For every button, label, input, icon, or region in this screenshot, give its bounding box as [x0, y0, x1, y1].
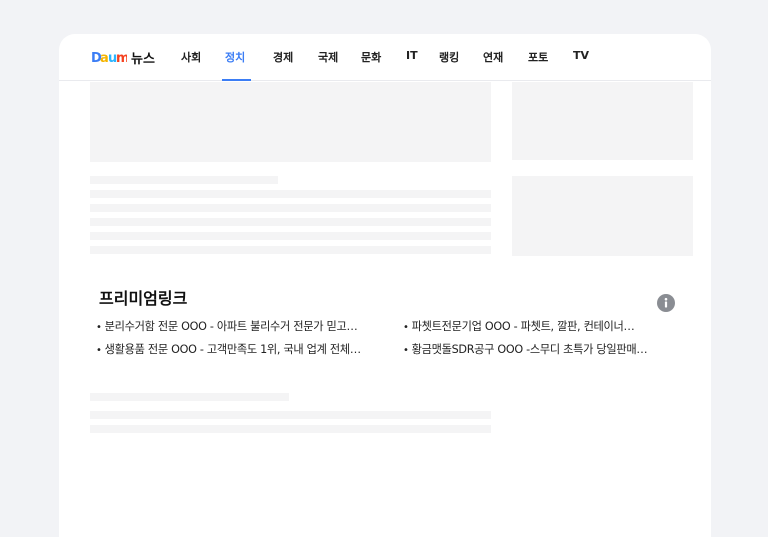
active-tab-indicator	[222, 79, 251, 81]
premium-link-text: 생활용품 전문 OOO - 고객만족도 1위, 국내 업계 전체…	[104, 343, 361, 356]
premium-link-item[interactable]: • 파쳇트전문기업 OOO - 파쳇트, 깔판, 컨테이너…	[403, 320, 665, 335]
tab-series[interactable]: 연재	[483, 49, 503, 65]
tab-economy[interactable]: 경제	[273, 49, 293, 65]
news-card: D a u m 뉴스 사회 정치 경제 국제 문화 IT 랭킹 연재 포토 TV	[59, 34, 711, 537]
skeleton-side-block	[512, 176, 693, 256]
tab-ranking[interactable]: 랭킹	[439, 49, 459, 65]
section-title: 뉴스	[131, 51, 155, 67]
skeleton-line	[90, 232, 491, 240]
bullet: •	[96, 322, 102, 333]
svg-text:m: m	[116, 51, 127, 65]
skeleton-line	[90, 411, 491, 419]
tab-society[interactable]: 사회	[181, 49, 201, 65]
tab-culture[interactable]: 문화	[361, 49, 381, 65]
tab-politics[interactable]: 정치	[225, 49, 245, 65]
skeleton-side-block	[512, 82, 693, 160]
info-icon[interactable]	[657, 294, 675, 312]
bullet: •	[403, 345, 409, 356]
premium-link-title: 프리미엄링크	[99, 289, 188, 308]
bullet: •	[403, 322, 409, 333]
skeleton-line	[90, 246, 491, 254]
bullet: •	[96, 345, 102, 356]
skeleton-line	[90, 204, 491, 212]
premium-link-item[interactable]: • 황금맷돌SDR공구 OOO -스무디 초특가 당일판매…	[403, 343, 679, 358]
skeleton-thumbnail	[90, 82, 491, 162]
skeleton-line	[90, 176, 278, 184]
news-header: D a u m 뉴스 사회 정치 경제 국제 문화 IT 랭킹 연재 포토 TV	[59, 34, 711, 81]
premium-link-text: 파쳇트전문기업 OOO - 파쳇트, 깔판, 컨테이너…	[411, 320, 635, 333]
skeleton-line	[90, 190, 491, 198]
daum-logo-icon: D a u m	[91, 51, 127, 65]
premium-link-item[interactable]: • 생활용품 전문 OOO - 고객만족도 1위, 국내 업계 전체…	[96, 343, 392, 358]
daum-news-logo[interactable]: D a u m 뉴스	[91, 47, 155, 67]
skeleton-line	[90, 393, 289, 401]
tab-photo[interactable]: 포토	[528, 49, 548, 65]
tab-tv[interactable]: TV	[573, 49, 589, 62]
skeleton-line	[90, 218, 491, 226]
skeleton-line	[90, 425, 491, 433]
tab-it[interactable]: IT	[406, 49, 418, 62]
tab-international[interactable]: 국제	[318, 49, 338, 65]
premium-link-item[interactable]: • 분리수거함 전문 OOO - 아파트 불리수거 전문가 믿고…	[96, 320, 392, 335]
premium-link-text: 황금맷돌SDR공구 OOO -스무디 초특가 당일판매…	[411, 343, 648, 356]
premium-link-text: 분리수거함 전문 OOO - 아파트 불리수거 전문가 믿고…	[104, 320, 358, 333]
